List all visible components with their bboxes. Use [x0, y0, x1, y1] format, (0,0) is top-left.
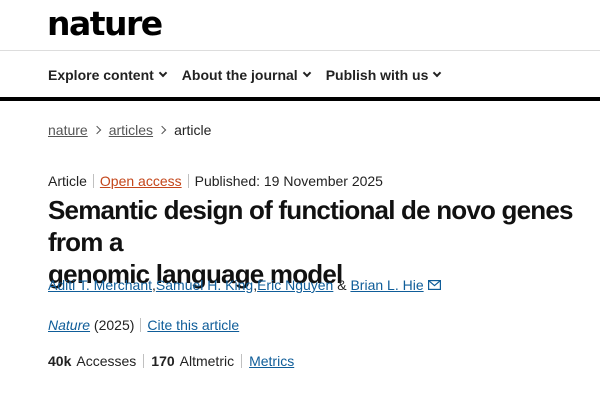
main-nav: Explore content About the journal Publis… [48, 64, 442, 86]
meta-separator [92, 174, 94, 188]
chevron-down-icon [158, 68, 168, 78]
author-and: & [333, 277, 351, 293]
altmetric-label: Altmetric [179, 353, 235, 369]
metrics-separator [241, 354, 243, 368]
article-title: Semantic design of functional de novo ge… [48, 194, 588, 290]
journal-link[interactable]: Nature [48, 317, 90, 333]
chevron-right-icon [92, 125, 101, 135]
article-metrics: 40k Accesses 170 Altmetric Metrics [48, 353, 294, 369]
open-access-link[interactable]: Open access [100, 173, 182, 189]
nav-about-journal-label: About the journal [181, 67, 298, 83]
accesses-count: 40k [48, 353, 72, 369]
article-title-line-1: Semantic design of functional de novo ge… [48, 195, 573, 257]
altmetric-count: 170 [151, 353, 175, 369]
nature-logo[interactable]: nature [47, 4, 163, 43]
nav-publish-with-us-label: Publish with us [325, 67, 429, 83]
breadcrumb-current: article [174, 122, 212, 138]
author-list: Aditi T. Merchant, Samuel H. King, Eric … [48, 277, 441, 293]
breadcrumb-articles[interactable]: articles [109, 122, 153, 138]
published-date: Published: 19 November 2025 [194, 173, 383, 189]
author-link[interactable]: Eric Nguyen [257, 277, 333, 293]
metrics-separator [143, 354, 145, 368]
nav-publish-with-us[interactable]: Publish with us [325, 67, 442, 83]
breadcrumb: nature articles article [48, 122, 211, 138]
citation-separator [140, 318, 142, 332]
author-link[interactable]: Samuel H. King [156, 277, 253, 293]
metrics-link[interactable]: Metrics [249, 353, 294, 369]
nav-divider [0, 97, 600, 101]
article-meta: Article Open access Published: 19 Novemb… [48, 173, 383, 189]
cite-this-article-link[interactable]: Cite this article [147, 317, 239, 333]
breadcrumb-nature[interactable]: nature [48, 122, 88, 138]
publication-year: (2025) [90, 317, 135, 333]
mail-icon[interactable] [427, 280, 441, 290]
nav-about-journal[interactable]: About the journal [181, 67, 311, 83]
accesses-label: Accesses [76, 353, 137, 369]
author-link[interactable]: Aditi T. Merchant [48, 277, 152, 293]
nav-explore-content[interactable]: Explore content [48, 67, 168, 83]
article-type: Article [48, 173, 87, 189]
chevron-down-icon [433, 68, 442, 78]
chevron-down-icon [302, 68, 311, 78]
nav-explore-content-label: Explore content [48, 67, 154, 83]
citation-line: Nature (2025) Cite this article [48, 317, 239, 333]
site-header: nature [0, 0, 600, 50]
author-link[interactable]: Brian L. Hie [350, 277, 423, 293]
chevron-right-icon [157, 125, 167, 135]
meta-separator [187, 174, 189, 188]
header-divider [0, 50, 600, 51]
